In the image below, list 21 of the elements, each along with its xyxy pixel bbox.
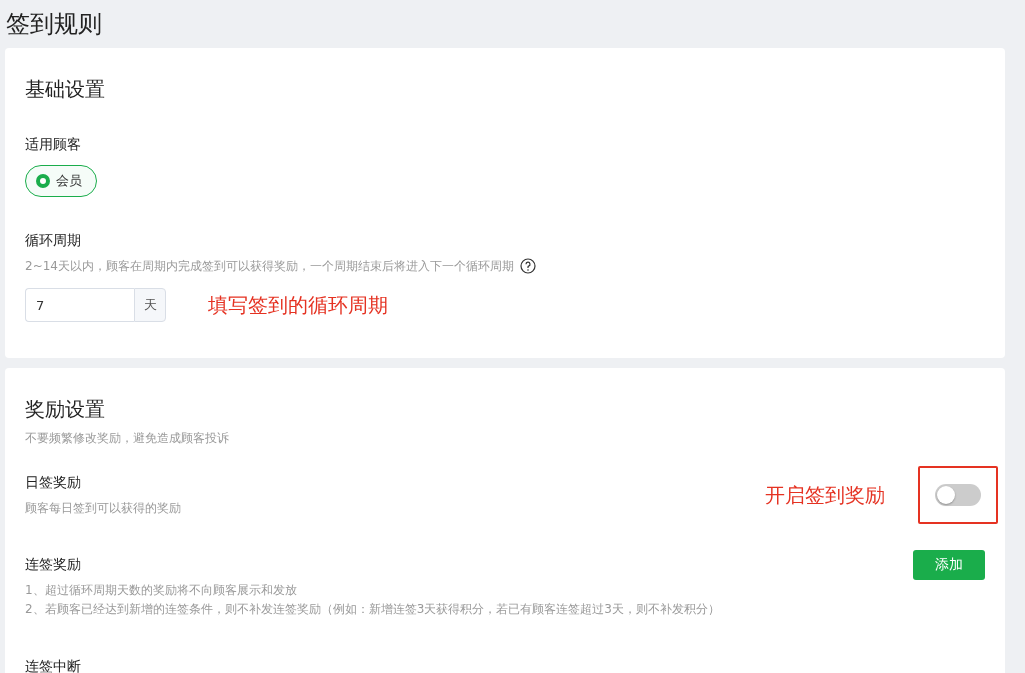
toggle-switch[interactable] — [935, 483, 981, 506]
annotation-text: 开启签到奖励 — [765, 481, 885, 508]
field-description: 顾客每日签到可以获得的奖励 — [25, 500, 181, 517]
radio-option[interactable]: 会员 — [25, 165, 97, 197]
note-text: 2、若顾客已经达到新增的连签条件，则不补发连签奖励（例如：新增连签3天获得积分，若已有顾客连签超过3天，则不补发积分） — [25, 601, 720, 618]
section-title: 奖励设置 — [25, 396, 106, 422]
hint-text: 2~14天以内，顾客在周期内完成签到可以获得奖励，一个周期结束后将进入下一个循环周期 — [25, 258, 514, 275]
annotation-text: 填写签到的循环周期 — [208, 292, 388, 318]
help-icon[interactable] — [519, 258, 536, 274]
field-label: 连签中断 — [25, 657, 82, 673]
field-label: 适用顾客 — [25, 135, 82, 154]
field-label: 循环周期 — [25, 231, 82, 250]
field-label: 日签奖励 — [25, 473, 82, 492]
unit-label: 天 — [134, 288, 166, 322]
section-title: 基础设置 — [25, 76, 106, 102]
cycle-input-field[interactable]: 7 — [25, 288, 134, 322]
field-label: 连签奖励 — [25, 555, 82, 574]
radio-icon — [36, 174, 50, 188]
page-title: 签到规则 — [5, 9, 103, 40]
note-text: 1、超过循环周期天数的奖励将不向顾客展示和发放 — [25, 582, 297, 599]
section-subtitle: 不要频繁修改奖励，避免造成顾客投诉 — [25, 430, 229, 447]
